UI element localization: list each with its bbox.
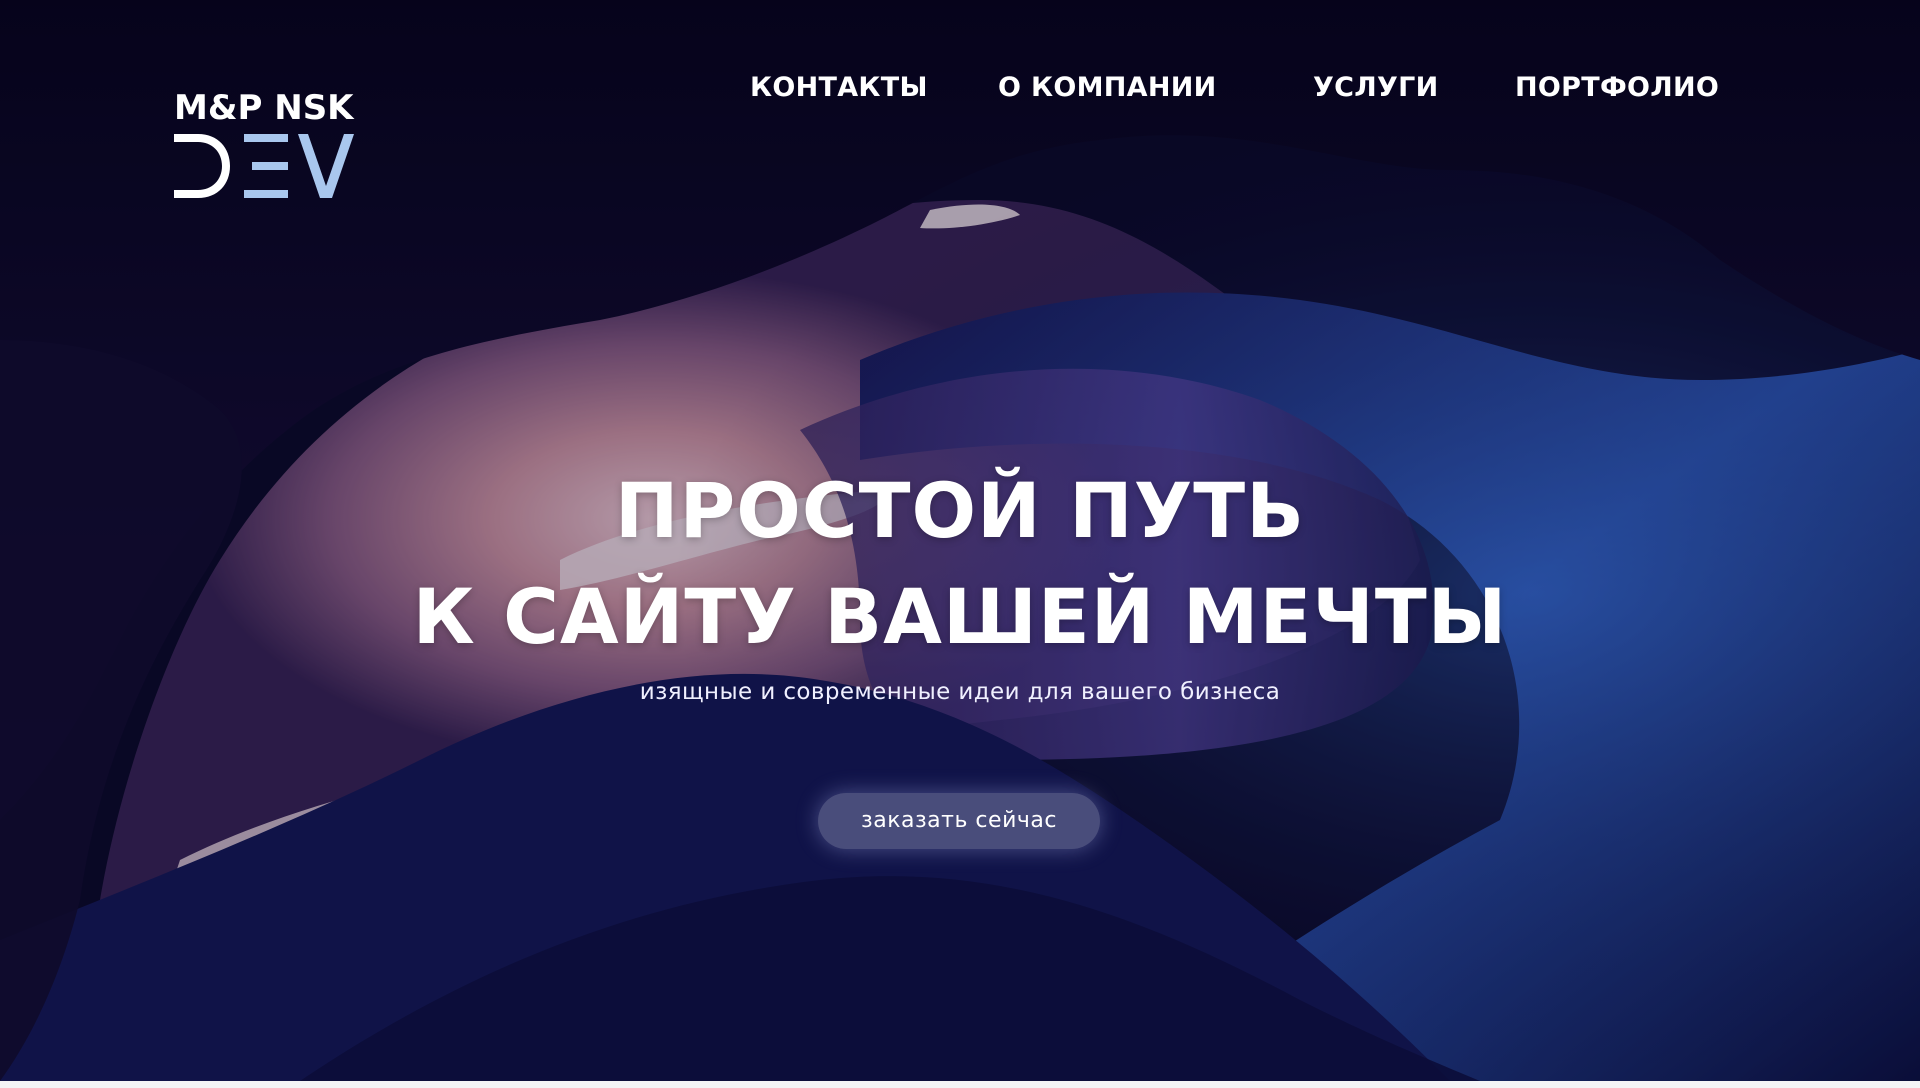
main-navigation: КОНТАКТЫ О КОМПАНИИ УСЛУГИ ПОРТФОЛИО: [0, 70, 1920, 110]
logo-dev-letters: [174, 134, 354, 198]
hero-headline-line1: ПРОСТОЙ ПУТЬ: [614, 466, 1306, 555]
nav-item-contacts[interactable]: КОНТАКТЫ: [750, 70, 928, 106]
nav-item-about[interactable]: О КОМПАНИИ: [998, 70, 1217, 106]
hero-subtitle: изящные и современные идеи для вашего би…: [639, 679, 1281, 705]
hero-headline: ПРОСТОЙ ПУТЬ К САЙТУ ВАШЕЙ МЕЧТЫ: [0, 458, 1920, 670]
nav-item-services[interactable]: УСЛУГИ: [1313, 70, 1438, 106]
nav-item-portfolio[interactable]: ПОРТФОЛИО: [1515, 70, 1719, 106]
page-bottom-strip: [0, 1081, 1920, 1088]
hero-headline-line2: К САЙТУ ВАШЕЙ МЕЧТЫ: [412, 572, 1508, 661]
order-now-button[interactable]: заказать сейчас: [818, 793, 1100, 849]
hero-section: M&P NSK КОНТАКТЫ О КОМПАНИИ УСЛУГИ ПОРТФ…: [0, 0, 1920, 1081]
